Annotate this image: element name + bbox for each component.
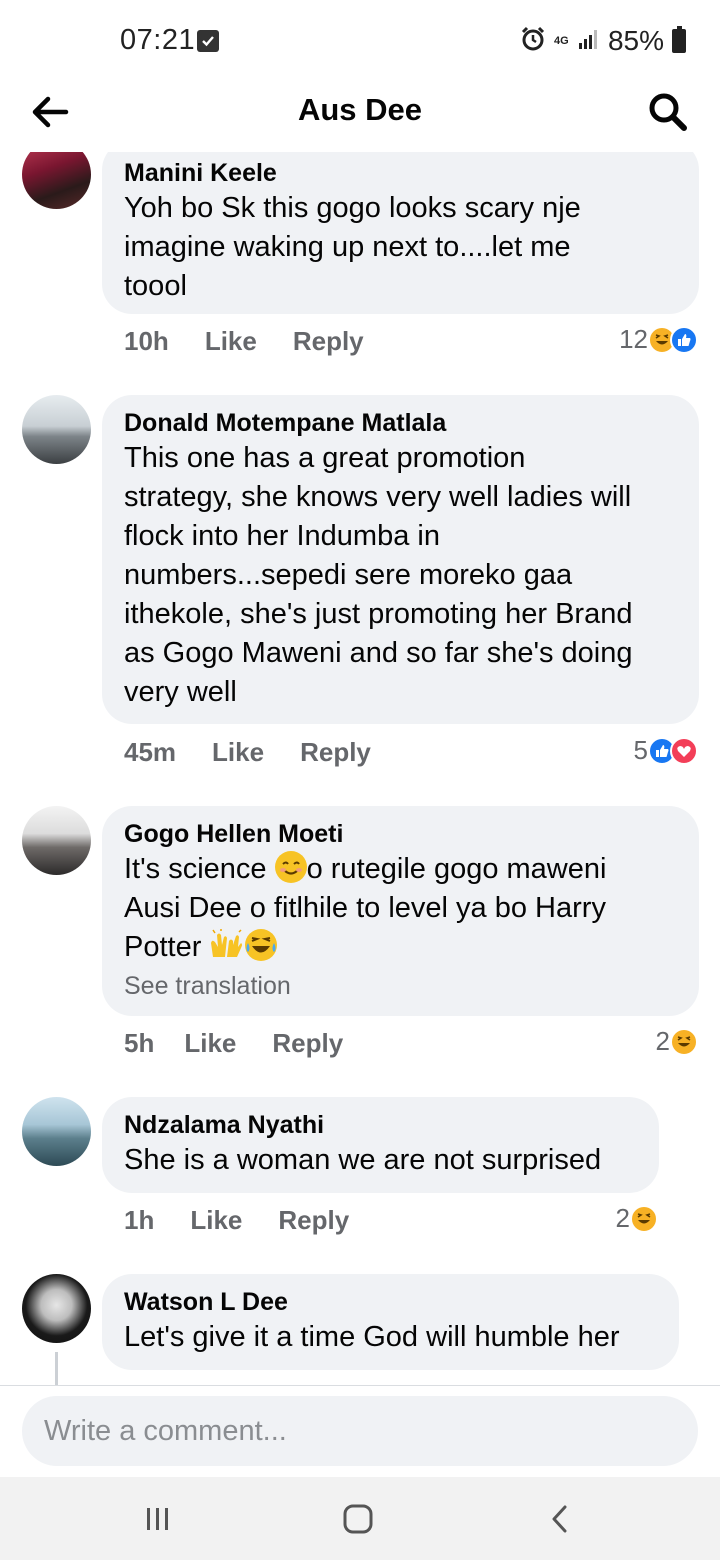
- avatar[interactable]: [22, 1274, 91, 1343]
- comment-text: numbers...sepedi sere moreko gaa: [124, 559, 573, 591]
- comment-text: imagine waking up next to....let me: [124, 231, 571, 263]
- reaction-count: 5: [633, 735, 648, 765]
- comment-timestamp: 1h: [124, 1205, 155, 1235]
- comment-author[interactable]: Manini Keele: [124, 157, 677, 189]
- reply-thread-line: [55, 1352, 58, 1385]
- signal-icon: [578, 28, 600, 55]
- network-type-icon: 4G: [553, 34, 569, 47]
- comment-author[interactable]: Donald Motempane Matlala: [124, 407, 677, 439]
- comment-bubble[interactable]: Gogo Hellen Moeti It's science o rutegil…: [102, 806, 699, 1016]
- comment-timestamp: 5h: [124, 1028, 155, 1058]
- comment-text: Ausi Dee o fitlhile to level ya bo Harry: [124, 892, 606, 924]
- search-icon[interactable]: [646, 90, 690, 134]
- comment-author[interactable]: Watson L Dee: [124, 1286, 657, 1318]
- comment-text: strategy, she knows very well ladies wil…: [124, 481, 632, 513]
- avatar[interactable]: [22, 152, 91, 209]
- reaction-count: 12: [619, 324, 648, 354]
- like-link[interactable]: Like: [212, 737, 264, 768]
- comment-text: Yoh bo Sk this gogo looks scary nje: [124, 192, 581, 224]
- status-bar: 07:21 4G 85%: [0, 0, 720, 80]
- comment-bubble[interactable]: Ndzalama Nyathi She is a woman we are no…: [102, 1097, 659, 1193]
- comments-list: Manini Keele Yoh bo Sk this gogo looks s…: [0, 152, 720, 1385]
- reaction-count: 2: [615, 1203, 630, 1233]
- comment-text: Let's give it a time God will humble her: [124, 1321, 620, 1353]
- comment-text: very well: [124, 676, 237, 708]
- reply-link[interactable]: Reply: [278, 1205, 349, 1236]
- recent-apps-icon[interactable]: [136, 1497, 180, 1541]
- comment-text-part: o rutegile gogo maweni: [306, 853, 607, 885]
- reply-link[interactable]: Reply: [300, 737, 371, 768]
- like-icon: [670, 325, 698, 354]
- comment-actions: 5h Like Reply: [124, 1028, 343, 1059]
- alarm-icon: [520, 26, 546, 57]
- see-translation-link[interactable]: See translation: [124, 967, 677, 1005]
- reaction-count: 2: [655, 1026, 670, 1056]
- like-link[interactable]: Like: [184, 1028, 236, 1059]
- page-title: Aus Dee: [297, 92, 423, 127]
- avatar[interactable]: [22, 1097, 91, 1166]
- comment-bubble[interactable]: Manini Keele Yoh bo Sk this gogo looks s…: [102, 152, 699, 314]
- comment-actions: 10h Like Reply: [124, 326, 364, 357]
- checkbox-notification-icon: [197, 30, 219, 52]
- comment-actions: 45m Like Reply: [124, 737, 371, 768]
- haha-icon: [630, 1204, 658, 1233]
- comment-text: It's science o rutegile gogo maweni: [124, 850, 677, 889]
- reaction-summary[interactable]: 2: [656, 1026, 698, 1057]
- reaction-summary[interactable]: 12: [619, 324, 698, 355]
- comment-composer: [0, 1385, 720, 1477]
- header: Aus Dee: [0, 80, 720, 152]
- status-right: 4G 85%: [520, 25, 686, 57]
- comment-timestamp: 45m: [124, 737, 177, 767]
- home-icon[interactable]: [336, 1497, 380, 1541]
- battery-icon: [672, 26, 686, 53]
- comment-text: ithekole, she's just promoting her Brand: [124, 598, 633, 630]
- battery-percent: 85%: [607, 25, 664, 56]
- comment-author[interactable]: Ndzalama Nyathi: [124, 1109, 637, 1141]
- comment-text-part: It's science: [124, 853, 275, 885]
- comment-text: Potter: [124, 928, 677, 967]
- like-link[interactable]: Like: [190, 1205, 242, 1236]
- status-time: 07:21: [120, 24, 196, 56]
- back-icon[interactable]: [538, 1497, 582, 1541]
- reaction-summary[interactable]: 2: [616, 1203, 658, 1234]
- comment-timestamp: 10h: [124, 326, 169, 356]
- comment-bubble[interactable]: Donald Motempane Matlala This one has a …: [102, 395, 699, 724]
- love-icon: [670, 736, 698, 765]
- comment-author[interactable]: Gogo Hellen Moeti: [124, 818, 677, 850]
- haha-icon: [670, 1027, 698, 1056]
- comment-text: She is a woman we are not surprised: [124, 1144, 602, 1176]
- reply-link[interactable]: Reply: [272, 1028, 343, 1059]
- write-comment-input[interactable]: [22, 1396, 698, 1466]
- comment-actions: 1h Like Reply: [124, 1205, 349, 1236]
- avatar[interactable]: [22, 806, 91, 875]
- tears-of-joy-emoji-icon: [245, 929, 278, 961]
- like-link[interactable]: Like: [205, 326, 257, 357]
- smiling-face-emoji-icon: [274, 851, 307, 883]
- raising-hands-emoji-icon: [209, 929, 243, 961]
- comment-text: This one has a great promotion: [124, 442, 526, 474]
- comment-text: flock into her Indumba in: [124, 520, 440, 552]
- reaction-summary[interactable]: 5: [634, 735, 698, 766]
- reply-link[interactable]: Reply: [293, 326, 364, 357]
- comment-bubble[interactable]: Watson L Dee Let's give it a time God wi…: [102, 1274, 679, 1370]
- comment-text-part: Potter: [124, 931, 210, 963]
- avatar[interactable]: [22, 395, 91, 464]
- system-navigation-bar: [0, 1477, 720, 1560]
- comment-text: as Gogo Maweni and so far she's doing: [124, 637, 633, 669]
- comment-text: toool: [124, 270, 187, 302]
